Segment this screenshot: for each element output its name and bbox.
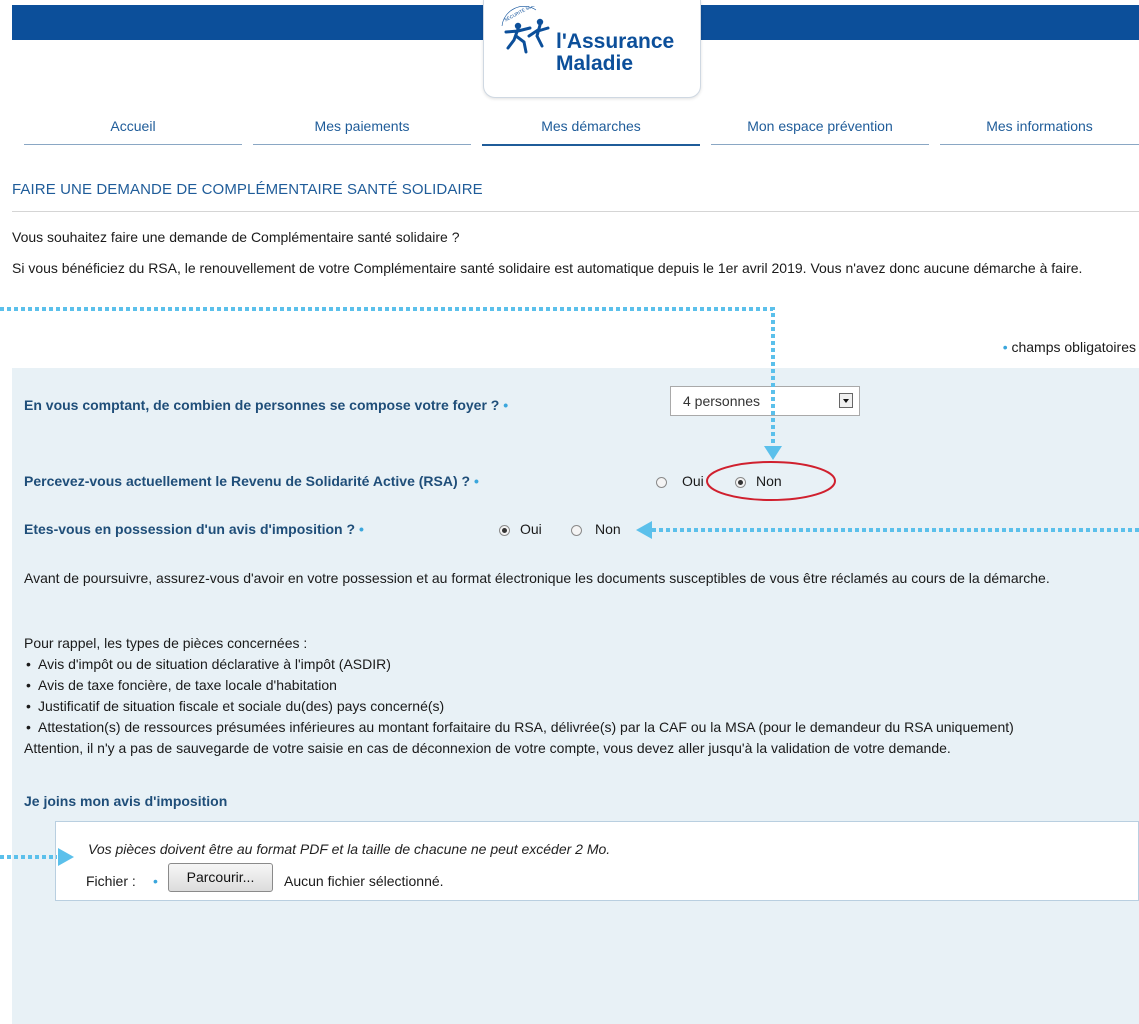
file-selection-status: Aucun fichier sélectionné. — [284, 873, 444, 889]
file-field-label: Fichier : — [86, 873, 136, 889]
warning-text: Attention, il n'y a pas de sauvegarde de… — [24, 740, 951, 756]
before-continue-text: Avant de poursuivre, assurez-vous d'avoi… — [24, 570, 1050, 586]
rsa-non-radio[interactable] — [735, 477, 746, 488]
nav-item-mon-espace-prevention[interactable]: Mon espace prévention — [711, 118, 929, 145]
rsa-oui-label[interactable]: Oui — [682, 473, 704, 489]
intro-rsa-notice: Si vous bénéficiez du RSA, le renouvelle… — [12, 260, 1083, 276]
assurance-maladie-emblem-icon: SÉCURITÉ SOCIALE — [501, 6, 550, 54]
main-nav: Accueil Mes paiements Mes démarches Mon … — [0, 118, 1139, 148]
household-size-value: 4 personnes — [683, 393, 761, 409]
household-question-label: En vous comptant, de combien de personne… — [24, 397, 500, 413]
required-fields-label: champs obligatoires — [1011, 339, 1136, 355]
title-divider — [12, 211, 1139, 212]
list-item: Avis d'impôt ou de situation déclarative… — [24, 654, 1119, 675]
list-item: Attestation(s) de ressources présumées i… — [24, 717, 1119, 738]
intro-question: Vous souhaitez faire une demande de Comp… — [12, 229, 460, 245]
documents-reminder-intro: Pour rappel, les types de pièces concern… — [24, 635, 308, 651]
list-item: Justificatif de situation fiscale et soc… — [24, 696, 1119, 717]
brand-name-line2: Maladie — [556, 52, 634, 75]
brand-name-line1: l'Assurance — [556, 30, 675, 53]
required-marker: • — [153, 873, 158, 889]
tax-notice-non-label[interactable]: Non — [595, 521, 621, 537]
tax-notice-oui-radio[interactable] — [499, 525, 510, 536]
rsa-question: Percevez-vous actuellement le Revenu de … — [24, 473, 479, 489]
list-item: Avis de taxe foncière, de taxe locale d'… — [24, 675, 1119, 696]
upload-panel: Vos pièces doivent être au format PDF et… — [55, 821, 1139, 901]
tax-notice-oui-label[interactable]: Oui — [520, 521, 542, 537]
chevron-down-icon[interactable] — [839, 393, 853, 408]
tax-notice-non-radio[interactable] — [571, 525, 582, 536]
nav-item-mes-demarches[interactable]: Mes démarches — [482, 118, 700, 146]
household-question: En vous comptant, de combien de personne… — [24, 397, 508, 413]
nav-item-accueil[interactable]: Accueil — [24, 118, 242, 145]
documents-list: Avis d'impôt ou de situation déclarative… — [24, 654, 1119, 738]
browse-file-button[interactable]: Parcourir... — [168, 863, 273, 892]
tax-notice-question-label: Etes-vous en possession d'un avis d'impo… — [24, 521, 356, 537]
tax-notice-question: Etes-vous en possession d'un avis d'impo… — [24, 521, 364, 537]
household-size-select[interactable]: 4 personnes — [670, 386, 860, 416]
nav-item-mes-paiements[interactable]: Mes paiements — [253, 118, 471, 145]
page-title: FAIRE UNE DEMANDE DE COMPLÉMENTAIRE SANT… — [12, 181, 483, 198]
required-marker: • — [473, 473, 479, 489]
required-marker: • — [1002, 339, 1008, 355]
required-marker: • — [503, 397, 509, 413]
rsa-oui-radio[interactable] — [656, 477, 667, 488]
upload-format-note: Vos pièces doivent être au format PDF et… — [88, 841, 611, 857]
required-fields-note: • champs obligatoires — [1003, 339, 1136, 355]
required-marker: • — [358, 521, 364, 537]
brand-logo[interactable]: SÉCURITÉ SOCIALE l'Assurance Maladie — [483, 0, 701, 98]
nav-item-mes-informations[interactable]: Mes informations — [940, 118, 1139, 145]
upload-section-title: Je joins mon avis d'imposition — [24, 793, 228, 809]
rsa-non-label[interactable]: Non — [756, 473, 782, 489]
rsa-question-label: Percevez-vous actuellement le Revenu de … — [24, 473, 471, 489]
